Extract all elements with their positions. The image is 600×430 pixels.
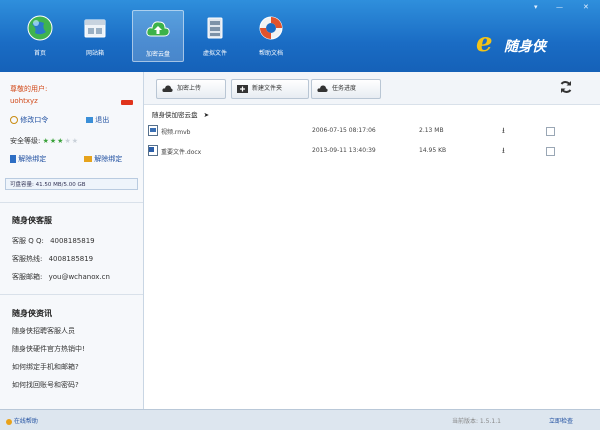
check-update-link[interactable]: 立即检查 <box>549 416 573 425</box>
sidebar: 尊敬的用户: uohtxyz 修改口令 退出 安全等级: ★★★★★ 解除绑定 … <box>0 72 144 409</box>
nav-box-label: 网站箱 <box>85 50 104 57</box>
globe-icon <box>27 15 53 41</box>
security-stars: ★★★★★ <box>43 137 79 145</box>
service-hotline: 客服热线: 4008185819 <box>12 254 93 264</box>
bind-phone-link[interactable]: 解除绑定 <box>10 154 46 164</box>
star-icon: ★ <box>42 137 50 145</box>
news-item[interactable]: 随身侠招聘客服人员 <box>12 326 75 336</box>
service-email: 客服邮箱: you@wchanox.cn <box>12 272 110 282</box>
service-email-value[interactable]: you@wchanox.cn <box>49 273 110 281</box>
status-bar: 在线帮助 当前版本: 1.5.1.1 立即检查 <box>0 409 600 430</box>
file-checkbox[interactable] <box>546 127 555 136</box>
box-icon <box>84 19 106 38</box>
refresh-icon[interactable] <box>559 80 573 94</box>
tasks-label: 任务进度 <box>332 85 357 92</box>
online-help-label: 在线帮助 <box>13 418 38 425</box>
file-date: 2006-07-15 08:17:06 <box>312 127 376 134</box>
table-row[interactable]: 视频.rmvb 2006-07-15 08:17:06 2.13 MB ⭳ <box>144 122 600 140</box>
star-icon: ★ <box>64 137 72 145</box>
divider <box>0 294 143 295</box>
news-item[interactable]: 随身侠硬件官方热销中! <box>12 344 85 354</box>
news-item[interactable]: 如何找回账号和密码? <box>12 380 79 390</box>
download-icon[interactable]: ⭳ <box>502 125 505 139</box>
file-name[interactable]: 视频.rmvb <box>161 127 190 136</box>
bind-email-link[interactable]: 解除绑定 <box>84 154 122 164</box>
service-title: 随身侠客服 <box>12 216 52 225</box>
security-level: 安全等级: ★★★★★ <box>10 136 79 146</box>
greeting: 尊敬的用户: <box>10 85 48 93</box>
nav-home[interactable]: 首页 <box>15 10 65 60</box>
bind-phone-label: 解除绑定 <box>18 155 47 163</box>
breadcrumb: 随身侠加密云盘 ➤ <box>152 109 209 119</box>
help-icon <box>6 418 12 425</box>
phone-icon <box>10 155 16 163</box>
username: uohtxyz <box>10 97 38 105</box>
service-hotline-label: 客服热线: <box>12 255 43 263</box>
version-text: 当前版本: 1.5.1.1 <box>452 418 501 425</box>
divider <box>0 202 143 203</box>
upload-button[interactable]: 加密上传 <box>156 79 226 99</box>
close-button[interactable]: ✕ <box>583 3 589 11</box>
news-title: 随身侠资讯 <box>12 309 52 318</box>
top-bar: ▾ — ✕ 首页 网站箱 加密云盘 虚拟文件 帮助文档 e 随身侠 <box>0 0 600 72</box>
breadcrumb-item[interactable]: 随身侠加密云盘 <box>152 111 198 119</box>
brand-logo-mark: e <box>476 28 493 58</box>
file-size: 2.13 MB <box>419 127 444 134</box>
mail-icon <box>84 156 92 162</box>
file-date: 2013-09-11 13:40:39 <box>312 147 376 154</box>
video-file-icon <box>148 125 158 136</box>
lifebuoy-icon <box>259 16 283 40</box>
service-email-label: 客服邮箱: <box>12 273 43 281</box>
breadcrumb-arrow-icon: ➤ <box>203 111 210 119</box>
edit-password-link[interactable]: 修改口令 <box>10 115 48 125</box>
cloud-progress-icon <box>317 85 328 92</box>
nav-virtual-file-label: 虚拟文件 <box>202 50 227 57</box>
service-qq: 客服 Q Q: 4008185819 <box>12 236 95 246</box>
file-name[interactable]: 重要文件.docx <box>161 147 201 156</box>
new-folder-icon <box>237 85 248 93</box>
online-help-link[interactable]: 在线帮助 <box>6 416 38 425</box>
tasks-button[interactable]: 任务进度 <box>311 79 381 99</box>
new-folder-label: 新建文件夹 <box>252 85 283 92</box>
menu-button[interactable]: ▾ <box>534 3 538 11</box>
cloud-upload-icon <box>162 85 173 92</box>
security-label: 安全等级: <box>10 137 41 145</box>
logout-label: 退出 <box>95 116 110 124</box>
new-folder-button[interactable]: 新建文件夹 <box>231 79 309 99</box>
main-panel: 加密上传 新建文件夹 任务进度 随身侠加密云盘 ➤ 视频.rmvb 2006-0… <box>144 72 600 409</box>
logout-icon <box>86 117 93 123</box>
nav-box[interactable]: 网站箱 <box>70 10 120 60</box>
brand-name: 随身侠 <box>504 39 546 55</box>
download-icon[interactable]: ⭳ <box>502 145 505 159</box>
nav-help[interactable]: 帮助文档 <box>246 10 296 60</box>
bind-email-label: 解除绑定 <box>94 155 123 163</box>
cloud-upload-icon <box>146 21 170 37</box>
service-qq-label: 客服 Q Q: <box>12 237 44 245</box>
capacity-bar: 可盘容量: 41.50 MB/5.00 GB <box>5 178 138 190</box>
news-item[interactable]: 如何绑定手机和邮箱? <box>12 362 79 372</box>
service-hotline-value: 4008185819 <box>48 255 94 263</box>
edit-password-label: 修改口令 <box>20 116 49 124</box>
file-cabinet-icon <box>207 17 223 39</box>
service-qq-value: 4008185819 <box>50 237 95 245</box>
nav-help-label: 帮助文档 <box>258 50 283 57</box>
nav-cloud-disk[interactable]: 加密云盘 <box>132 10 184 62</box>
upload-label: 加密上传 <box>177 85 202 92</box>
table-row[interactable]: 重要文件.docx 2013-09-11 13:40:39 14.95 KB ⭳ <box>144 142 600 160</box>
minimize-button[interactable]: — <box>556 3 563 11</box>
brand-logo: e 随身侠 <box>476 28 586 58</box>
nav-cloud-disk-label: 加密云盘 <box>145 51 170 58</box>
status-badge <box>121 100 133 105</box>
toolbar: 加密上传 新建文件夹 任务进度 <box>144 72 600 105</box>
logout-link[interactable]: 退出 <box>86 115 109 125</box>
star-icon: ★ <box>71 137 79 145</box>
key-icon <box>10 116 18 124</box>
word-file-icon <box>148 145 158 156</box>
file-size: 14.95 KB <box>419 147 447 154</box>
nav-home-label: 首页 <box>33 50 46 57</box>
file-checkbox[interactable] <box>546 147 555 156</box>
nav-virtual-file[interactable]: 虚拟文件 <box>190 10 240 60</box>
